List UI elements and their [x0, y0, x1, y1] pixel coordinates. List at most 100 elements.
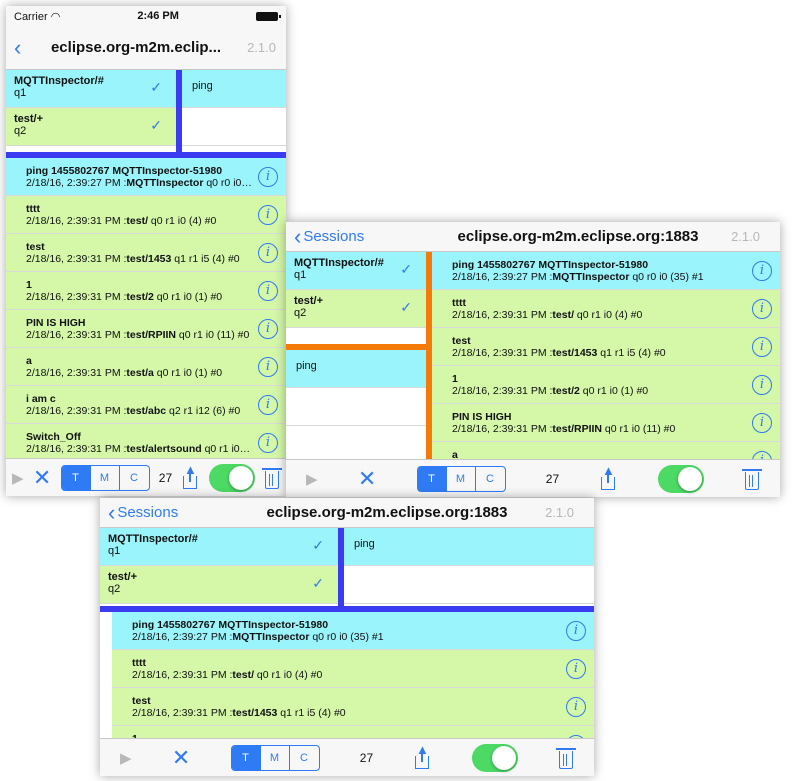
mode-segmented-control: T M C [60, 464, 150, 491]
info-icon[interactable]: i [566, 696, 586, 717]
info-icon[interactable]: i [258, 166, 278, 187]
info-icon[interactable]: i [752, 412, 772, 433]
subscription-row[interactable]: MQTTInspector/# q1 ✓ [100, 528, 338, 566]
segment-m[interactable]: M [261, 745, 290, 770]
info-icon[interactable]: i [752, 298, 772, 319]
message-topic: MQTTInspector [126, 176, 204, 189]
segment-c[interactable]: C [476, 467, 505, 491]
toolbar: ▶ ✕ T M C 27 ▲ [286, 459, 780, 497]
message-row[interactable]: Switch_Off 2/18/16, 2:39:31 PM :test/aler… [6, 424, 286, 462]
message-date: 2/18/16, 2:39:31 PM : [26, 366, 127, 379]
close-icon[interactable]: ✕ [172, 746, 190, 769]
version-label: 2.1.0 [545, 505, 574, 520]
message-meta: q1 r1 i5 (4) #0 [277, 706, 346, 719]
chevron-left-icon: ‹ [294, 223, 302, 249]
share-icon[interactable]: ▲ [181, 463, 199, 489]
subscriptions-list: MQTTInspector/# q1 ✓ test/+ q2 ✓ [286, 252, 426, 348]
trash-icon[interactable] [741, 468, 762, 490]
message-row[interactable]: tttt 2/18/16, 2:39:31 PM :test/ q0 r1 i0 … [432, 290, 780, 328]
info-icon[interactable]: i [752, 374, 772, 395]
segment-t[interactable]: T [417, 466, 447, 491]
close-icon[interactable]: ✕ [33, 466, 51, 489]
subscription-row[interactable]: test/+ q2 ✓ [100, 566, 338, 604]
message-row[interactable]: test 2/18/16, 2:39:31 PM :test/1453 q1 r1… [432, 328, 780, 366]
message-topic: test/RPIIN [126, 328, 176, 341]
connect-toggle[interactable] [471, 743, 518, 772]
subscription-row[interactable]: MQTTInspector/# q1 ✓ [6, 70, 176, 108]
publications-list: ping [286, 350, 426, 464]
status-time: 2:46 PM [137, 10, 179, 22]
message-meta: q0 r1 i0 (1) #0 [579, 384, 649, 397]
message-title: tttt [26, 202, 40, 215]
message-row[interactable]: 12/18/16, 2:39:31 PM :test/2 q0 r1 i0 (1… [432, 366, 780, 404]
message-title: Switch_Off [26, 430, 81, 443]
message-row[interactable]: 12/18/16, 2:39:31 PM :test/2 q0 r1 i0 (1… [6, 272, 286, 310]
subscription-row[interactable]: MQTTInspector/# q1 ✓ [286, 252, 426, 290]
info-icon[interactable]: i [258, 280, 278, 301]
subscription-row[interactable]: test/+ q2 ✓ [286, 290, 426, 328]
message-row[interactable]: ping 1455802767 MQTTInspector-51980 2/18/… [112, 612, 594, 650]
message-topic: test/abc [126, 404, 167, 417]
message-row[interactable]: test 2/18/16, 2:39:31 PM :test/1453 q1 r1… [112, 688, 594, 726]
segment-c[interactable]: C [290, 746, 319, 770]
toolbar: ▶ ✕ T M C 27 ▲ [6, 458, 286, 496]
connect-toggle[interactable] [208, 463, 255, 492]
share-icon[interactable]: ▲ [413, 743, 431, 769]
message-topic: test/2 [126, 290, 154, 303]
message-date: 2/18/16, 2:39:27 PM : [132, 630, 233, 643]
info-icon[interactable]: i [566, 658, 586, 679]
message-title: tttt [452, 296, 466, 309]
subscription-row[interactable]: test/+ q2 ✓ [6, 108, 176, 146]
play-icon[interactable]: ▶ [120, 749, 132, 767]
message-date: 2/18/16, 2:39:31 PM : [452, 422, 553, 435]
message-title: PIN IS HIGH [26, 316, 86, 329]
back-button[interactable]: ‹ [6, 26, 23, 69]
back-button[interactable]: ‹ Sessions [100, 498, 178, 527]
info-icon[interactable]: i [258, 318, 278, 339]
info-icon[interactable]: i [752, 336, 772, 357]
trash-icon[interactable] [555, 747, 576, 769]
info-icon[interactable]: i [258, 356, 278, 377]
messages-list: ping 1455802767 MQTTInspector-51980 2/18/… [432, 252, 780, 480]
message-topic: test/1453 [232, 706, 278, 719]
segment-t[interactable]: T [61, 465, 91, 490]
publication-row[interactable]: ping [286, 350, 426, 388]
message-row[interactable]: ping 1455802767 MQTTInspector-51980 2/18/… [6, 158, 286, 196]
checkmark-icon: ✓ [150, 79, 162, 95]
segment-m[interactable]: M [447, 466, 476, 491]
back-button[interactable]: ‹ Sessions [286, 222, 364, 251]
message-row[interactable]: PIN IS HIGH 2/18/16, 2:39:31 PM :test/RPI… [432, 404, 780, 442]
wifi-icon: ◠ [50, 10, 61, 23]
publication-row[interactable]: ping [182, 70, 286, 108]
close-icon[interactable]: ✕ [358, 467, 376, 490]
message-row[interactable]: test 2/18/16, 2:39:31 PM :test/1453 q1 r1… [6, 234, 286, 272]
trash-icon[interactable] [261, 467, 282, 489]
publication-topic: ping [296, 360, 317, 372]
message-meta: q2 r1 i12 (6) #0 [166, 404, 241, 417]
play-icon[interactable]: ▶ [306, 470, 318, 488]
subscription-qos: q1 [14, 87, 27, 99]
message-row[interactable]: tttt 2/18/16, 2:39:31 PM :test/ q0 r1 i0 … [112, 650, 594, 688]
message-row[interactable]: tttt 2/18/16, 2:39:31 PM :test/ q0 r1 i0 … [6, 196, 286, 234]
info-icon[interactable]: i [258, 242, 278, 263]
info-icon[interactable]: i [258, 432, 278, 453]
message-count: 27 [359, 750, 374, 765]
segment-t[interactable]: T [231, 745, 261, 770]
connect-toggle[interactable] [657, 464, 704, 493]
segment-c[interactable]: C [120, 466, 149, 490]
info-icon[interactable]: i [752, 260, 772, 281]
info-icon[interactable]: i [566, 620, 586, 641]
segment-m[interactable]: M [91, 465, 120, 490]
message-row[interactable]: PIN IS HIGH 2/18/16, 2:39:31 PM :test/RPI… [6, 310, 286, 348]
message-row[interactable]: a2/18/16, 2:39:31 PM :test/a q0 r1 i0 (1… [6, 348, 286, 386]
publication-row[interactable]: ping [344, 528, 594, 566]
info-icon[interactable]: i [258, 204, 278, 225]
play-icon[interactable]: ▶ [12, 469, 24, 487]
chevron-left-icon: ‹ [108, 499, 116, 525]
info-icon[interactable]: i [258, 394, 278, 415]
message-topic: test/a [126, 366, 154, 379]
message-row[interactable]: i am c 2/18/16, 2:39:31 PM :test/abc q2 r… [6, 386, 286, 424]
publication-topic: ping [192, 80, 213, 92]
message-row[interactable]: ping 1455802767 MQTTInspector-51980 2/18/… [432, 252, 780, 290]
share-icon[interactable]: ▲ [599, 464, 617, 490]
